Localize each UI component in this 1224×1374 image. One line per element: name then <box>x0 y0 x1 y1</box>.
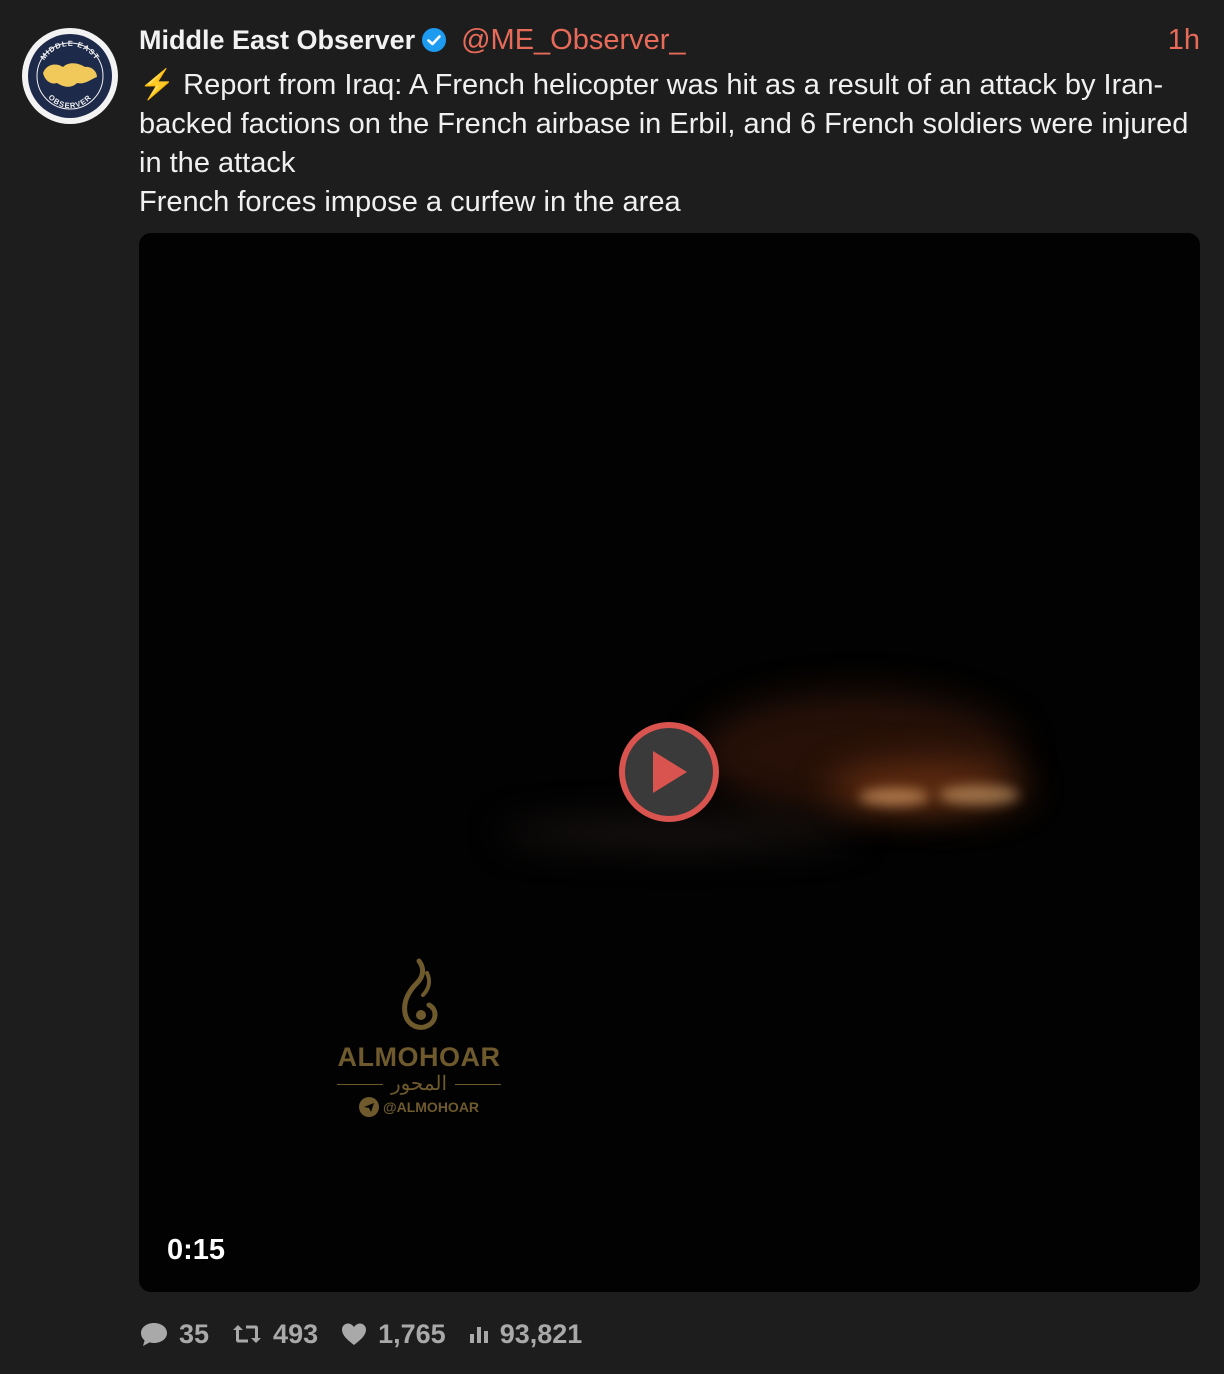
heart-icon <box>342 1323 367 1345</box>
views-chart-icon <box>469 1327 488 1343</box>
video-player[interactable]: ALMOHOAR المحور @ALMOHOAR 0:15 <box>139 233 1200 1292</box>
watermark-arabic-text: المحور <box>390 1073 448 1095</box>
reply-count: 35 <box>179 1318 210 1349</box>
watermark-tag: @ALMOHOAR <box>319 1097 519 1117</box>
like-button[interactable]: 1,765 <box>340 1319 446 1350</box>
lightning-icon: ⚡ <box>139 69 176 101</box>
retweet-icon <box>233 1325 262 1343</box>
reply-icon <box>141 1323 167 1346</box>
tweet-card: MIDDLE EAST OBSERVER Middle East Observe… <box>0 0 1224 1374</box>
display-name[interactable]: Middle East Observer <box>139 25 415 56</box>
watermark-logo-icon <box>402 958 438 1030</box>
tweet-actions: 35 493 1,765 93,821 <box>139 1314 604 1354</box>
tweet-text-line: ⚡ Report from Iraq: A French helicopter … <box>139 66 1204 183</box>
play-icon <box>653 751 687 793</box>
tweet-text-body: Report from Iraq: A French helicopter wa… <box>139 69 1189 179</box>
fire-glow <box>939 785 1019 805</box>
retweet-button[interactable]: 493 <box>231 1319 318 1350</box>
avatar[interactable]: MIDDLE EAST OBSERVER <box>22 28 118 124</box>
avatar-logo-icon: MIDDLE EAST OBSERVER <box>28 34 112 118</box>
retweet-count: 493 <box>273 1318 319 1349</box>
user-handle[interactable]: @ME_Observer_ <box>461 24 685 57</box>
telegram-icon <box>358 1097 379 1117</box>
tweet-text-line: French forces impose a curfew in the are… <box>139 186 681 218</box>
tweet-text: ⚡ Report from Iraq: A French helicopter … <box>139 66 1204 222</box>
watermark-name: ALMOHOAR <box>337 1042 501 1072</box>
views-button[interactable]: 93,821 <box>468 1318 583 1350</box>
view-count: 93,821 <box>499 1318 583 1349</box>
timestamp[interactable]: 1h <box>1168 24 1200 57</box>
tweet-header: Middle East Observer @ME_Observer_ 1h <box>139 22 1200 58</box>
watermark-tag-text: @ALMOHOAR <box>382 1099 480 1115</box>
video-duration: 0:15 <box>167 1234 226 1266</box>
like-count: 1,765 <box>378 1318 446 1349</box>
video-watermark: ALMOHOAR المحور @ALMOHOAR <box>319 955 519 1117</box>
watermark-arabic: المحور <box>319 1073 519 1095</box>
fire-glow <box>859 788 929 806</box>
horizon-glow <box>499 818 859 848</box>
verified-badge-icon <box>421 27 447 53</box>
reply-button[interactable]: 35 <box>139 1319 209 1350</box>
play-button[interactable] <box>619 722 719 822</box>
